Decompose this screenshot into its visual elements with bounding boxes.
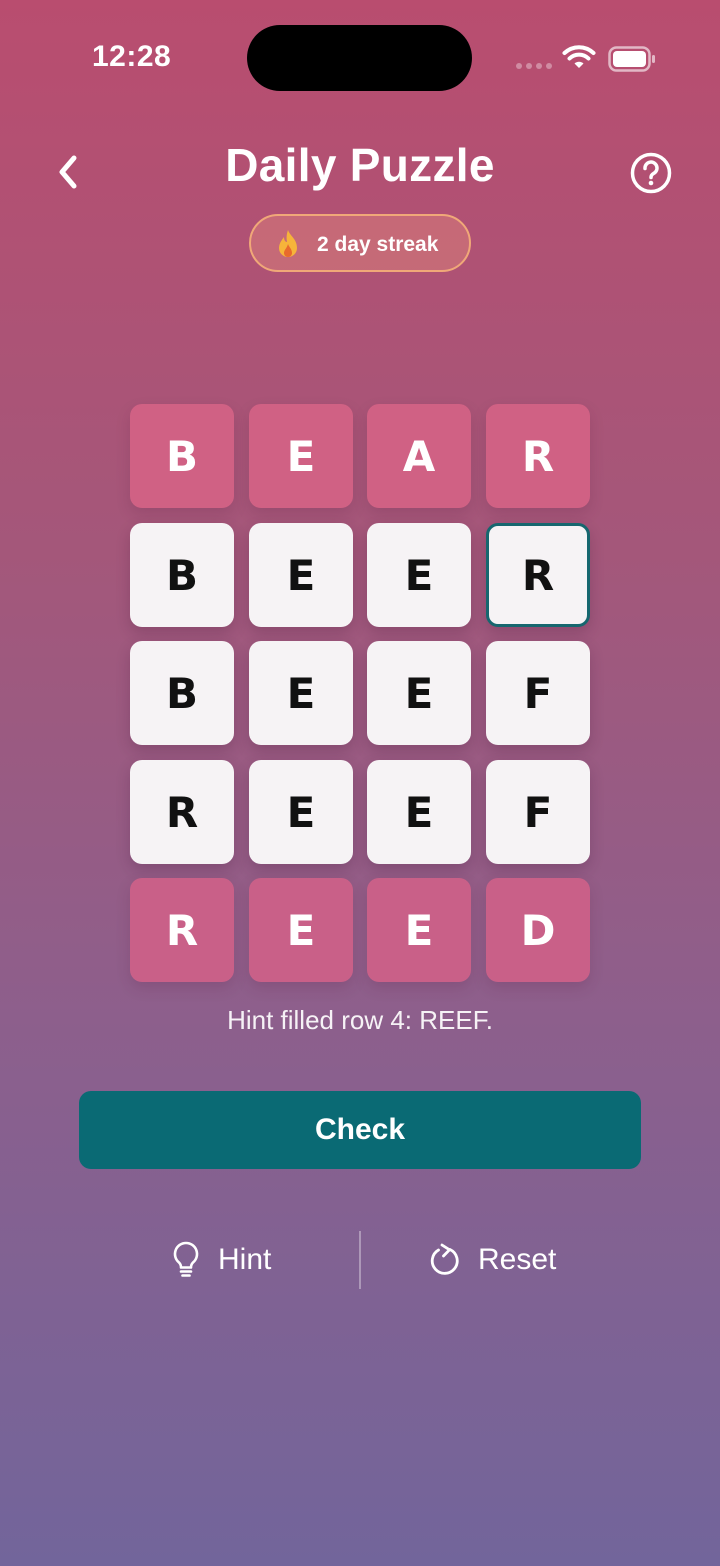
letter-tile[interactable]: E [367, 760, 471, 864]
given-tile: R [130, 878, 234, 982]
given-tile: E [249, 878, 353, 982]
page-title: Daily Puzzle [225, 139, 495, 191]
given-tile: E [367, 878, 471, 982]
given-tile: E [249, 404, 353, 508]
letter-tile[interactable]: E [249, 523, 353, 627]
status-bar: 12:28 [0, 0, 720, 120]
hint-label: Hint [218, 1243, 272, 1276]
letter-tile[interactable]: B [130, 523, 234, 627]
status-time: 12:28 [92, 40, 172, 73]
reset-button[interactable]: Reset [428, 1234, 578, 1286]
letter-tile[interactable]: F [486, 641, 590, 745]
given-tile: R [486, 404, 590, 508]
hint-button[interactable]: Hint [170, 1234, 300, 1286]
reset-label: Reset [478, 1243, 557, 1276]
letter-tile[interactable]: E [249, 641, 353, 745]
streak-badge: 2 day streak [249, 214, 471, 272]
help-button[interactable] [628, 150, 674, 196]
cellular-signal-icon [516, 63, 552, 69]
letter-tile[interactable]: R [130, 760, 234, 864]
flame-icon [279, 230, 297, 257]
letter-tile[interactable]: E [367, 523, 471, 627]
given-tile: D [486, 878, 590, 982]
reset-icon [430, 1243, 459, 1275]
letter-tile[interactable]: E [367, 641, 471, 745]
question-circle-icon [630, 152, 672, 194]
streak-label: 2 day streak [317, 233, 439, 256]
given-tile: B [130, 404, 234, 508]
letter-tile[interactable]: R [486, 523, 590, 627]
battery-icon [608, 46, 655, 72]
lightbulb-icon [173, 1241, 199, 1277]
letter-tile[interactable]: E [249, 760, 353, 864]
wifi-icon [562, 45, 596, 68]
check-button[interactable]: Check [79, 1091, 641, 1169]
dynamic-island [247, 25, 472, 91]
action-divider [359, 1231, 361, 1289]
letter-tile[interactable]: F [486, 760, 590, 864]
hint-message: Hint filled row 4: REEF. [227, 1005, 493, 1035]
letter-tile[interactable]: B [130, 641, 234, 745]
given-tile: A [367, 404, 471, 508]
